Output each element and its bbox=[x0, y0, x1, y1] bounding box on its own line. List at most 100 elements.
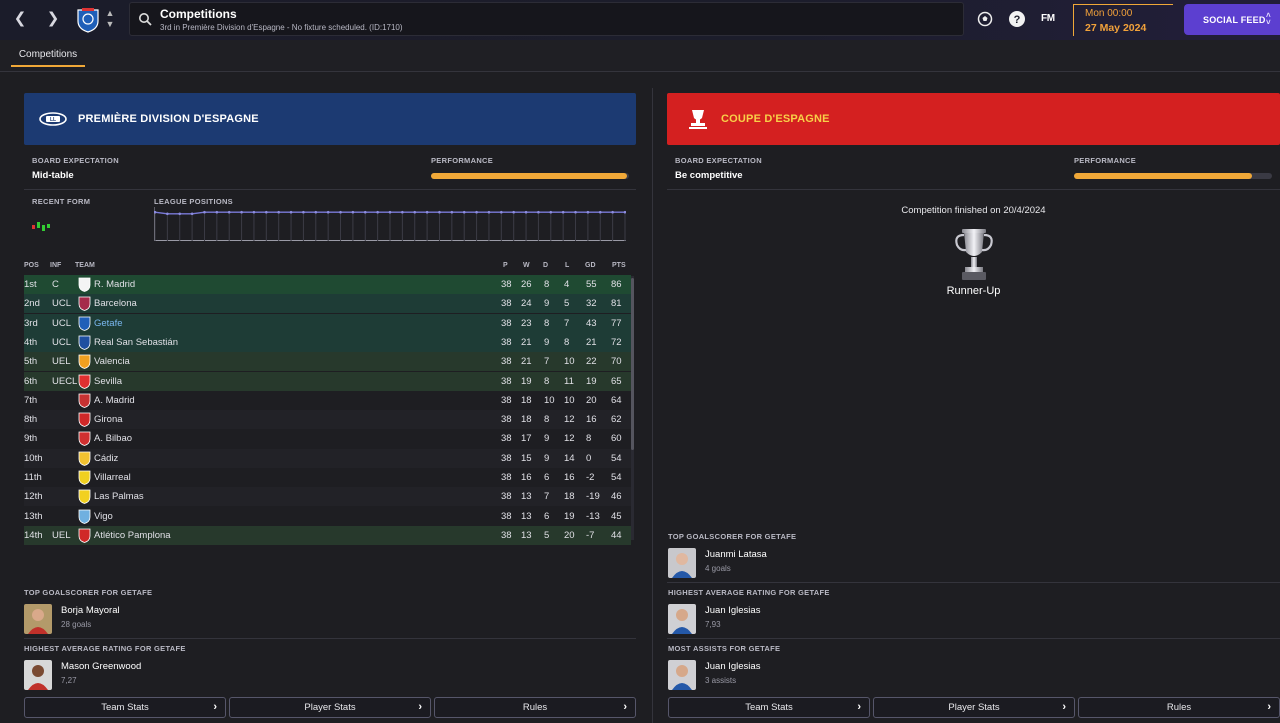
position-point bbox=[500, 210, 503, 214]
table-row[interactable]: 1st C R. Madrid 38 26 8 4 55 86 bbox=[24, 275, 631, 294]
league-header[interactable]: LL PREMIÈRE DIVISION D'ESPAGNE bbox=[24, 93, 636, 145]
cell-team[interactable]: Cádiz bbox=[94, 453, 118, 464]
chevron-right-icon: › bbox=[623, 701, 627, 713]
col-lost[interactable]: L bbox=[565, 262, 569, 269]
cup-rules-button[interactable]: Rules › bbox=[1078, 697, 1280, 718]
col-inf[interactable]: INF bbox=[50, 262, 61, 269]
cup-header[interactable]: COUPE D'ESPAGNE bbox=[667, 93, 1280, 145]
position-point bbox=[326, 210, 330, 214]
top-goalscorer-detail: 28 goals bbox=[61, 620, 92, 629]
table-row[interactable]: 13th Vigo 38 13 6 19 -13 45 bbox=[24, 506, 631, 526]
cup-most-assists-name[interactable]: Juan Iglesias bbox=[705, 661, 760, 672]
cell-gd: 55 bbox=[586, 279, 597, 290]
cup-highest-rating-name[interactable]: Juan Iglesias bbox=[705, 605, 760, 616]
col-points[interactable]: PTS bbox=[612, 262, 626, 269]
cell-pts: 60 bbox=[611, 433, 622, 445]
col-played[interactable]: P bbox=[503, 262, 508, 269]
cup-top-goalscorer-name[interactable]: Juanmi Latasa bbox=[705, 549, 767, 560]
table-row[interactable]: 10th Cádiz 38 15 9 14 0 54 bbox=[24, 448, 631, 468]
player-avatar[interactable] bbox=[24, 660, 52, 690]
cell-gd: 19 bbox=[586, 375, 597, 387]
search-icon bbox=[139, 13, 152, 26]
player-avatar[interactable] bbox=[668, 548, 696, 578]
cup-team-stats-button[interactable]: Team Stats › bbox=[668, 697, 870, 718]
table-row[interactable]: 8th Girona 38 18 8 12 16 62 bbox=[24, 410, 631, 430]
table-row[interactable]: 7th A. Madrid 38 18 10 10 20 64 bbox=[24, 390, 631, 410]
player-avatar[interactable] bbox=[24, 604, 52, 634]
col-pos[interactable]: POS bbox=[24, 262, 39, 269]
cell-l: 19 bbox=[564, 510, 575, 522]
fm-logo[interactable]: FM bbox=[1041, 13, 1055, 24]
cell-team[interactable]: Getafe bbox=[94, 318, 123, 329]
back-button[interactable]: ❮ bbox=[12, 10, 28, 28]
social-feed-button[interactable]: SOCIAL FEED ˄ ˅ bbox=[1184, 4, 1280, 35]
cell-l: 10 bbox=[564, 356, 575, 368]
club-badge-icon[interactable] bbox=[76, 7, 100, 33]
cell-team[interactable]: Real San Sebastián bbox=[94, 337, 178, 348]
col-drawn[interactable]: D bbox=[543, 262, 548, 269]
table-row[interactable]: 2nd UCL Barcelona 38 24 9 5 32 81 bbox=[24, 294, 631, 314]
table-row[interactable]: 4th UCL Real San Sebastián 38 21 9 8 21 72 bbox=[24, 332, 631, 352]
cell-pos: 6th bbox=[24, 375, 38, 387]
table-row[interactable]: 3rd UCL Getafe 38 23 8 7 43 77 bbox=[24, 313, 631, 333]
position-point bbox=[586, 210, 590, 214]
table-row[interactable]: 14th UEL Atlético Pamplona 38 13 5 20 -7 44 bbox=[24, 525, 631, 545]
cell-team[interactable]: R. Madrid bbox=[94, 279, 135, 290]
league-performance-fill bbox=[431, 173, 628, 179]
col-team[interactable]: TEAM bbox=[75, 262, 95, 269]
competition-finished-text: Competition finished on 20/4/2024 bbox=[901, 205, 1046, 216]
tab-competitions[interactable]: Competitions bbox=[11, 47, 85, 67]
cell-team[interactable]: A. Bilbao bbox=[94, 433, 132, 444]
help-icon[interactable]: ? bbox=[1008, 10, 1026, 28]
top-goalscorer-name[interactable]: Borja Mayoral bbox=[61, 605, 120, 616]
club-crest-icon bbox=[78, 316, 91, 331]
cell-team[interactable]: Villarreal bbox=[94, 472, 131, 483]
table-row[interactable]: 12th Las Palmas 38 13 7 18 -19 46 bbox=[24, 487, 631, 507]
position-point bbox=[561, 210, 565, 214]
highest-rating-name[interactable]: Mason Greenwood bbox=[61, 661, 141, 672]
cell-team[interactable]: Las Palmas bbox=[94, 491, 144, 502]
position-point bbox=[178, 212, 182, 216]
cell-l: 14 bbox=[564, 452, 575, 464]
table-row[interactable]: 11th Villarreal 38 16 6 16 -2 54 bbox=[24, 468, 631, 487]
player-stats-button[interactable]: Player Stats › bbox=[229, 697, 431, 718]
cell-d: 5 bbox=[544, 529, 550, 541]
cell-pos: 4th bbox=[24, 336, 38, 348]
current-time: Mon 00:00 bbox=[1085, 8, 1133, 19]
table-scrollbar-thumb[interactable] bbox=[631, 278, 634, 450]
ball-icon[interactable] bbox=[976, 10, 994, 28]
cell-team[interactable]: Barcelona bbox=[94, 298, 137, 309]
recent-form-label: RECENT FORM bbox=[32, 197, 91, 206]
table-row[interactable]: 5th UEL Valencia 38 21 7 10 22 70 bbox=[24, 352, 631, 372]
cell-team[interactable]: Atlético Pamplona bbox=[94, 530, 171, 541]
separator bbox=[667, 638, 1280, 639]
table-row[interactable]: 9th A. Bilbao 38 17 9 12 8 60 bbox=[24, 429, 631, 449]
cell-p: 38 bbox=[501, 336, 512, 348]
cell-team[interactable]: Sevilla bbox=[94, 376, 122, 387]
table-row[interactable]: 6th UECL Sevilla 38 19 8 11 19 65 bbox=[24, 371, 631, 391]
position-point bbox=[574, 210, 577, 214]
rules-button[interactable]: Rules › bbox=[434, 697, 636, 718]
cell-team[interactable]: Valencia bbox=[94, 356, 130, 367]
league-performance-bar bbox=[431, 173, 629, 179]
cup-player-stats-button[interactable]: Player Stats › bbox=[873, 697, 1075, 718]
cell-team[interactable]: Vigo bbox=[94, 511, 113, 522]
col-goal-diff[interactable]: GD bbox=[585, 262, 596, 269]
player-avatar[interactable] bbox=[668, 660, 696, 690]
forward-button[interactable]: ❯ bbox=[45, 10, 61, 28]
cell-pts: 70 bbox=[611, 356, 622, 368]
league-positions-chart[interactable] bbox=[154, 207, 626, 241]
club-switch-arrows-icon[interactable]: ▲ ▼ bbox=[104, 8, 116, 32]
team-stats-button[interactable]: Team Stats › bbox=[24, 697, 226, 718]
highest-rating-label: HIGHEST AVERAGE RATING FOR GETAFE bbox=[24, 644, 186, 653]
search-breadcrumb[interactable]: Competitions 3rd in Première Division d'… bbox=[129, 2, 964, 36]
position-point bbox=[351, 210, 355, 214]
cell-p: 38 bbox=[501, 414, 512, 426]
performance-label: PERFORMANCE bbox=[431, 156, 494, 165]
cell-gd: 0 bbox=[586, 452, 592, 464]
col-won[interactable]: W bbox=[523, 262, 530, 269]
date-display[interactable]: Mon 00:00 27 May 2024 bbox=[1073, 4, 1173, 36]
cell-team[interactable]: Girona bbox=[94, 414, 123, 425]
cell-team[interactable]: A. Madrid bbox=[94, 395, 135, 406]
player-avatar[interactable] bbox=[668, 604, 696, 634]
